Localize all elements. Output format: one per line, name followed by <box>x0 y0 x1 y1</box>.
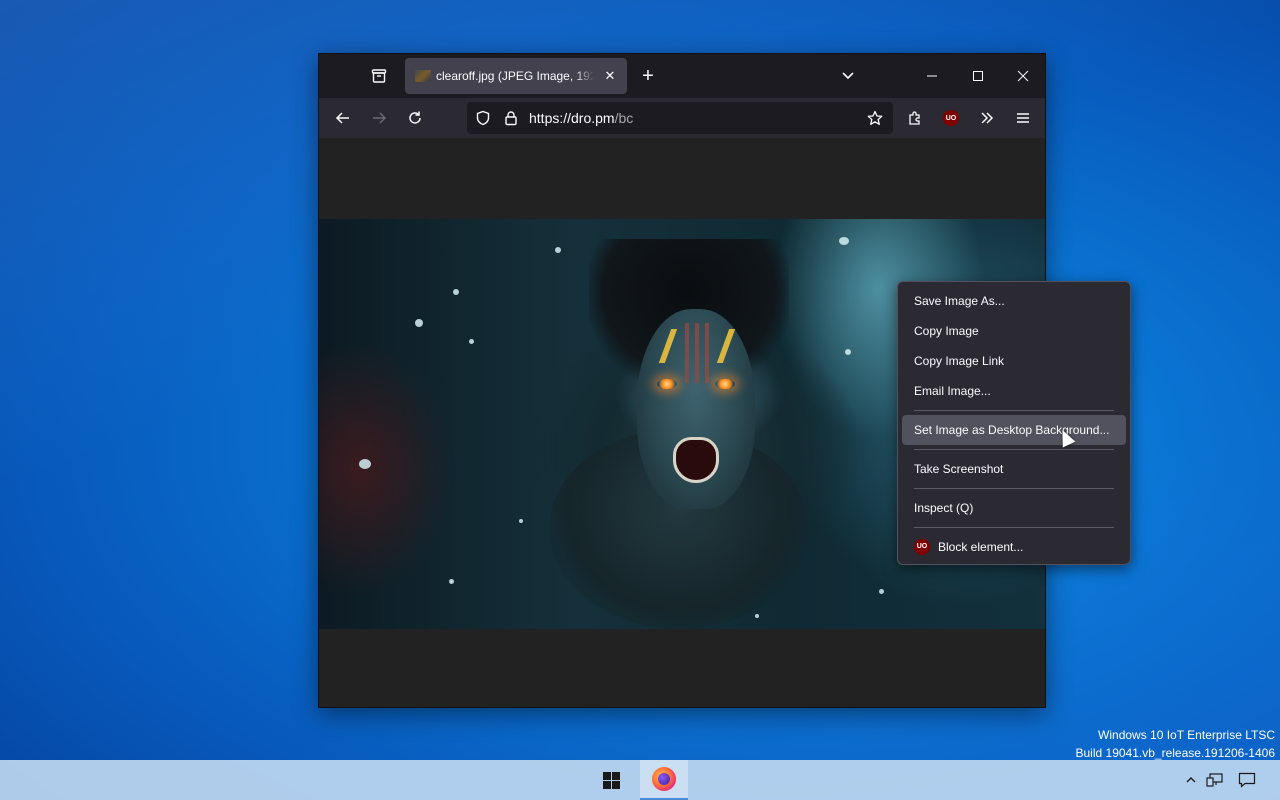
menu-separator <box>914 488 1114 489</box>
tab-active[interactable]: clearoff.jpg (JPEG Image, 1920 × 1080 pi… <box>405 58 627 94</box>
ublock-origin-icon: UO <box>943 110 959 126</box>
menu-item-copy-image[interactable]: Copy Image <box>902 316 1126 346</box>
image-eye-left <box>657 379 677 389</box>
site-info-button[interactable] <box>495 102 527 134</box>
navigation-toolbar: https://dro.pm/bc UO <box>319 98 1045 138</box>
star-icon <box>867 110 883 125</box>
start-button[interactable] <box>587 760 635 800</box>
close-icon <box>1017 70 1029 82</box>
url-path: /bc <box>614 110 634 126</box>
tab-close-button[interactable]: ✕ <box>600 66 620 86</box>
app-menu-button[interactable] <box>1007 102 1039 134</box>
menu-item-set-desktop-background[interactable]: Set Image as Desktop Background... <box>902 415 1126 445</box>
extensions-button[interactable] <box>899 102 931 134</box>
reload-icon <box>409 111 421 124</box>
taskbar <box>0 760 1280 800</box>
new-tab-button[interactable]: + <box>632 60 664 92</box>
close-window-button[interactable] <box>1007 60 1039 92</box>
arrow-left-icon <box>335 112 349 124</box>
puzzle-icon <box>909 111 920 125</box>
image-favicon-icon <box>415 70 431 82</box>
menu-item-take-screenshot[interactable]: Take Screenshot <box>902 454 1126 484</box>
menu-item-inspect[interactable]: Inspect (Q) <box>902 493 1126 523</box>
plus-icon: + <box>642 64 654 87</box>
menu-separator <box>914 527 1114 528</box>
firefox-view-button[interactable] <box>363 60 395 92</box>
maximize-icon <box>973 71 983 81</box>
url-text[interactable]: https://dro.pm/bc <box>529 110 633 126</box>
back-button[interactable] <box>327 102 359 134</box>
menu-item-save-image-as[interactable]: Save Image As... <box>902 286 1126 316</box>
shield-icon <box>476 110 490 126</box>
maximize-button[interactable] <box>962 60 994 92</box>
menu-item-block-element[interactable]: UO Block element... <box>902 532 1126 562</box>
hamburger-menu-icon <box>1017 113 1029 123</box>
lock-icon <box>505 111 517 126</box>
menu-item-email-image[interactable]: Email Image... <box>902 376 1126 406</box>
minimize-button[interactable] <box>916 60 948 92</box>
url-bar[interactable]: https://dro.pm/bc <box>467 102 893 134</box>
windows-build-watermark: Windows 10 IoT Enterprise LTSC Build 190… <box>1076 726 1276 762</box>
network-button[interactable] <box>1205 770 1225 790</box>
tab-bar: clearoff.jpg (JPEG Image, 1920 × 1080 pi… <box>319 54 1045 98</box>
windows-logo-icon <box>602 771 620 789</box>
taskbar-firefox[interactable] <box>640 760 688 800</box>
chevron-down-icon <box>842 72 854 80</box>
ublock-origin-button[interactable]: UO <box>935 102 967 134</box>
image-context-menu: Save Image As... Copy Image Copy Image L… <box>897 281 1131 565</box>
minimize-icon <box>927 75 937 77</box>
arrow-right-icon <box>373 112 387 124</box>
menu-separator <box>914 410 1114 411</box>
url-host: https://dro.pm <box>529 110 615 126</box>
overflow-menu-button[interactable] <box>971 102 1003 134</box>
watermark-edition: Windows 10 IoT Enterprise LTSC <box>1098 728 1275 742</box>
chevron-up-icon <box>1186 777 1196 783</box>
double-chevron-right-icon <box>981 112 994 124</box>
show-hidden-icons-button[interactable] <box>1181 770 1201 790</box>
bookmark-star-button[interactable] <box>859 102 891 134</box>
image-face-shape <box>637 309 755 509</box>
reload-button[interactable] <box>399 102 431 134</box>
close-icon: ✕ <box>604 68 616 83</box>
tab-title: clearoff.jpg (JPEG Image, 1920 × 1080 pi… <box>436 69 594 83</box>
forward-button[interactable] <box>363 102 395 134</box>
network-icon <box>1206 773 1223 787</box>
firefox-view-icon <box>371 69 387 83</box>
action-center-button[interactable] <box>1237 770 1257 790</box>
list-all-tabs-button[interactable] <box>832 60 864 92</box>
menu-separator <box>914 449 1114 450</box>
ublock-origin-icon: UO <box>914 539 930 555</box>
image-eye-right <box>715 379 735 389</box>
firefox-icon <box>652 767 676 791</box>
notification-icon <box>1238 772 1256 788</box>
image-mouth-shape <box>673 437 719 483</box>
menu-item-copy-image-link[interactable]: Copy Image Link <box>902 346 1126 376</box>
